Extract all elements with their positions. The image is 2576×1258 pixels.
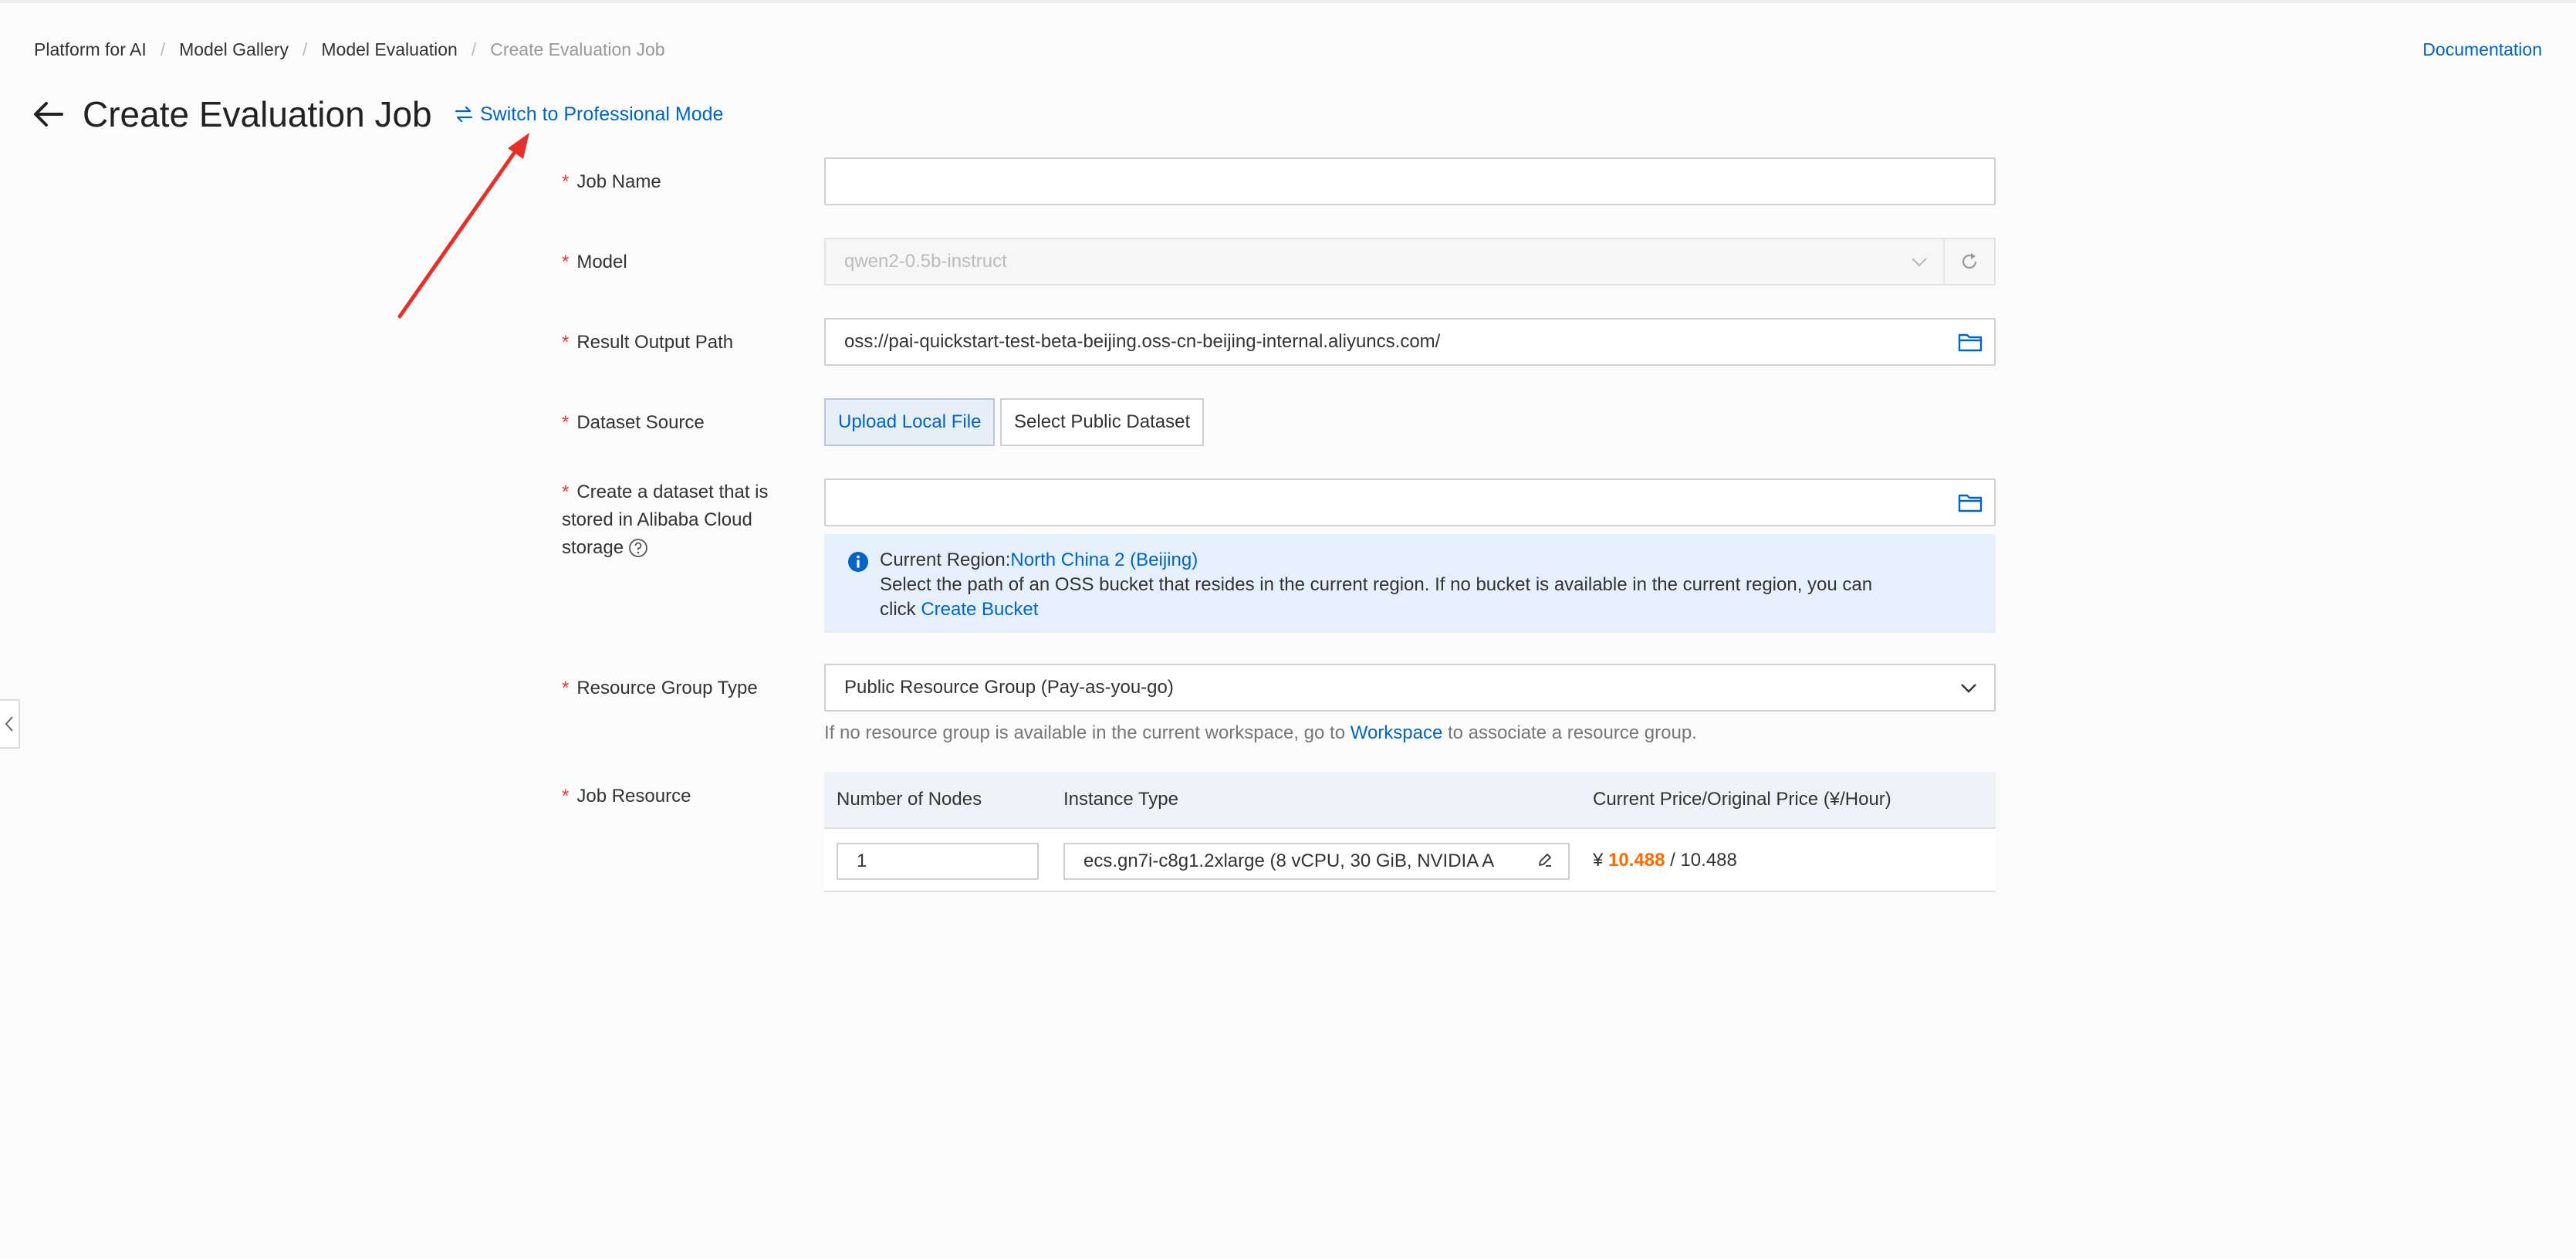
dataset-storage-label: * Create a dataset that is <box>562 482 769 502</box>
upload-local-file-button[interactable]: Upload Local File <box>824 398 996 446</box>
region-info-box: Current Region:North China 2 (Beijing) S… <box>824 534 1996 633</box>
chevron-down-icon <box>1961 684 1976 693</box>
result-output-path-field[interactable] <box>824 318 1996 366</box>
help-icon[interactable] <box>628 538 648 558</box>
info-icon <box>848 552 868 572</box>
dataset-storage-label-line3: storage <box>562 534 648 562</box>
top-divider <box>0 0 2576 3</box>
region-line: Current Region:North China 2 (Beijing) <box>880 550 1198 570</box>
documentation-link[interactable]: Documentation <box>2422 37 2542 62</box>
breadcrumb-separator: / <box>471 39 477 59</box>
breadcrumb-current: Create Evaluation Job <box>490 39 665 59</box>
required-marker: * <box>562 252 570 272</box>
required-marker: * <box>562 482 570 502</box>
job-name-input[interactable] <box>826 159 1994 204</box>
instance-type-input[interactable]: ecs.gn7i-c8g1.2xlarge (8 vCPU, 30 GiB, N… <box>1063 843 1570 880</box>
breadcrumb-separator: / <box>303 39 308 59</box>
breadcrumb-separator: / <box>160 39 166 59</box>
resource-group-type-select[interactable]: Public Resource Group (Pay-as-you-go) <box>824 664 1996 712</box>
required-marker: * <box>562 412 570 433</box>
result-output-path-label: * Result Output Path <box>562 332 734 353</box>
folder-icon[interactable] <box>1957 330 1983 353</box>
sidebar-toggle[interactable] <box>0 699 20 749</box>
chevron-down-icon <box>1912 258 1927 267</box>
nodes-input[interactable]: 1 <box>837 843 1039 880</box>
required-marker: * <box>562 332 570 353</box>
create-bucket-link[interactable]: Create Bucket <box>921 599 1038 620</box>
model-label: * Model <box>562 252 627 272</box>
switch-professional-mode-link[interactable]: Switch to Professional Mode <box>454 102 723 127</box>
breadcrumb-item-platform[interactable]: Platform for AI <box>34 39 147 60</box>
select-public-dataset-button[interactable]: Select Public Dataset <box>1000 398 1205 446</box>
swap-icon <box>455 106 473 123</box>
back-arrow-icon[interactable] <box>31 96 66 132</box>
annotation-arrow <box>397 133 529 319</box>
table-header: Number of Nodes Instance Type Current Pr… <box>824 772 1996 829</box>
currency-symbol: ¥ <box>1593 850 1604 871</box>
breadcrumb-item-model-gallery[interactable]: Model Gallery <box>179 39 289 60</box>
result-output-path-input[interactable] <box>826 320 1994 364</box>
dataset-storage-input[interactable] <box>826 480 1994 525</box>
breadcrumb-item-model-evaluation[interactable]: Model Evaluation <box>321 39 457 60</box>
create-bucket-line: click Create Bucket <box>880 599 1039 620</box>
workspace-link[interactable]: Workspace <box>1351 722 1443 743</box>
resource-group-type-value: Public Resource Group (Pay-as-you-go) <box>844 677 1174 698</box>
region-link[interactable]: North China 2 (Beijing) <box>1010 550 1198 570</box>
dataset-storage-field[interactable] <box>824 479 1996 526</box>
table-row: 1 ecs.gn7i-c8g1.2xlarge (8 vCPU, 30 GiB,… <box>824 829 1996 892</box>
model-refresh-button[interactable] <box>1943 239 1994 284</box>
original-price: 10.488 <box>1680 850 1737 871</box>
resource-group-help-text: If no resource group is available in the… <box>824 722 1697 743</box>
dataset-source-label: * Dataset Source <box>562 412 705 433</box>
column-header-price: Current Price/Original Price (¥/Hour) <box>1593 789 1891 810</box>
chevron-left-icon <box>5 716 13 732</box>
switch-mode-label: Switch to Professional Mode <box>480 103 724 125</box>
price-cell: ¥ 10.488 / 10.488 <box>1593 829 1737 892</box>
required-marker: * <box>562 786 570 807</box>
column-header-instance-type: Instance Type <box>1063 789 1178 810</box>
refresh-icon <box>1962 253 1977 269</box>
job-resource-table: Number of Nodes Instance Type Current Pr… <box>824 772 1996 892</box>
edit-icon[interactable] <box>1536 851 1554 869</box>
current-price: 10.488 <box>1608 850 1665 871</box>
required-marker: * <box>562 171 570 192</box>
column-header-nodes: Number of Nodes <box>837 789 982 810</box>
required-marker: * <box>562 678 570 698</box>
dataset-storage-label-line2: stored in Alibaba Cloud <box>562 509 752 530</box>
price-separator: / <box>1670 850 1675 871</box>
region-message: Select the path of an OSS bucket that re… <box>880 574 1873 595</box>
breadcrumb: Platform for AI / Model Gallery / Model … <box>34 37 665 62</box>
folder-icon[interactable] <box>1957 491 1983 514</box>
job-name-label: * Job Name <box>562 171 661 192</box>
resource-group-type-label: * Resource Group Type <box>562 678 758 698</box>
model-value: qwen2-0.5b-instruct <box>844 251 1007 272</box>
page-title: Create Evaluation Job <box>83 94 432 134</box>
model-select: qwen2-0.5b-instruct <box>824 238 1996 286</box>
job-resource-label: * Job Resource <box>562 786 691 807</box>
job-name-field[interactable] <box>824 157 1996 205</box>
